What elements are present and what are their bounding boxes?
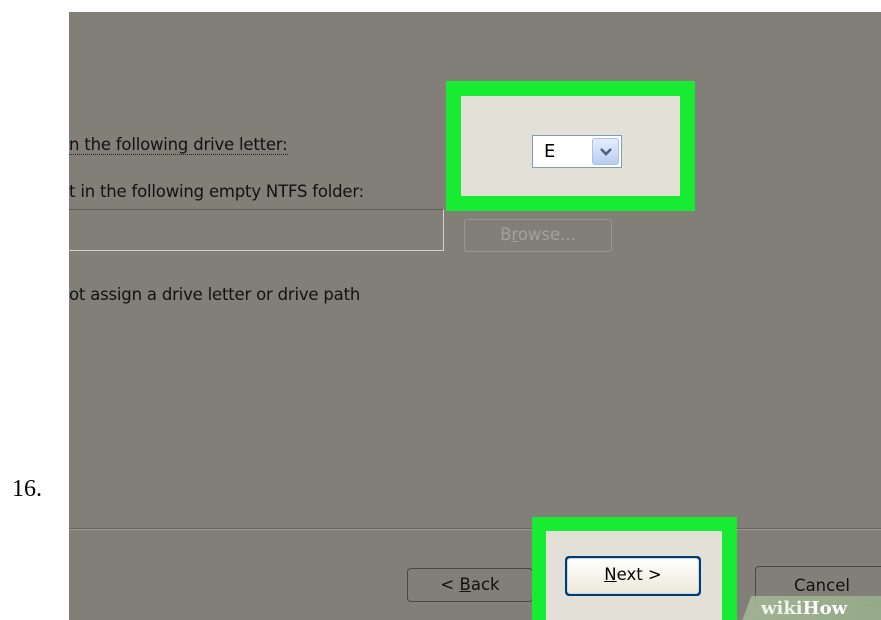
next-label-suffix: ext > (616, 565, 662, 584)
option-drive-letter[interactable]: n the following drive letter: (69, 135, 288, 155)
option-drive-letter-label: n the following drive letter: (69, 135, 288, 155)
watermark-part2: How (802, 598, 848, 619)
option-no-drive-letter-label: ot assign a drive letter or drive path (69, 285, 361, 304)
ntfs-folder-path-input[interactable] (69, 209, 444, 251)
step-number: 16. (12, 476, 42, 502)
option-ntfs-folder-label: t in the following empty NTFS folder: (69, 182, 365, 201)
next-label-mnemonic: N (604, 565, 617, 584)
next-button[interactable]: Next > (565, 556, 701, 596)
back-button[interactable]: < Back (407, 568, 533, 602)
dialog-divider (69, 528, 881, 530)
chevron-down-icon (600, 148, 612, 156)
assign-drive-letter-dialog: n the following drive letter: t in the f… (69, 12, 881, 620)
browse-label-suffix: owse... (517, 225, 576, 244)
next-button-highlight: Next > (532, 517, 737, 620)
back-label-mnemonic: B (459, 575, 471, 594)
drive-letter-value: E (544, 141, 556, 162)
browse-label-prefix: B (500, 225, 512, 244)
dropdown-arrow-button[interactable] (592, 138, 619, 165)
wikihow-watermark: wikiHow (761, 598, 847, 619)
drive-letter-highlight-area: E (461, 96, 680, 196)
drive-letter-select[interactable]: E (532, 135, 622, 168)
next-button-highlight-area: Next > (546, 531, 722, 620)
next-button-face: Next > (567, 558, 699, 594)
browse-button[interactable]: Browse... (464, 219, 612, 252)
option-no-drive-letter[interactable]: ot assign a drive letter or drive path (69, 285, 360, 304)
drive-letter-highlight: E (446, 81, 695, 211)
back-label-suffix: ack (470, 575, 500, 594)
back-label-prefix: < (440, 575, 460, 594)
option-ntfs-folder[interactable]: t in the following empty NTFS folder: (69, 182, 364, 201)
watermark-part1: wiki (761, 598, 803, 619)
